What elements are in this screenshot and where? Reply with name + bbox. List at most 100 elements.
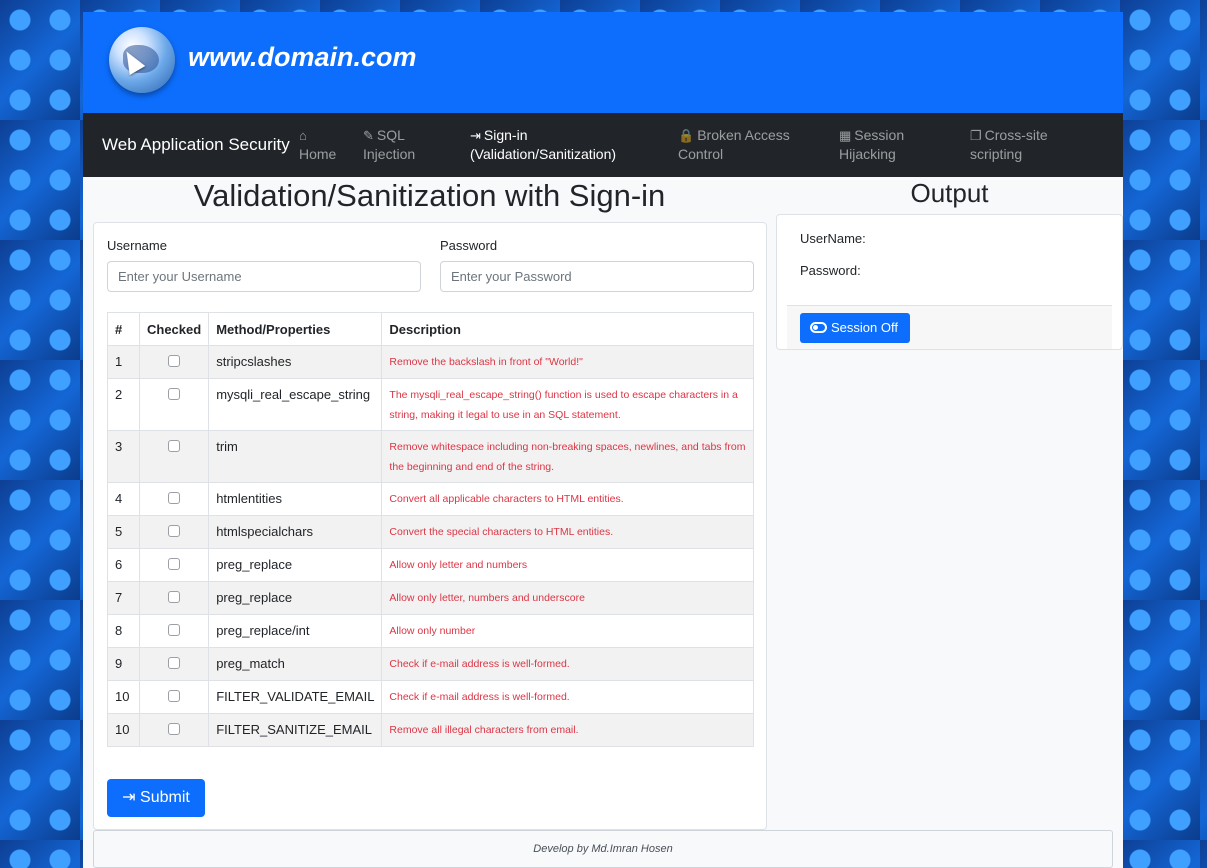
output-card: UserName: Password: Session Off [776, 214, 1123, 350]
session-button-label: Session Off [831, 320, 898, 335]
method-checkbox[interactable] [168, 591, 181, 603]
row-method: preg_replace [208, 581, 383, 615]
table-row: 5 htmlspecialchars Convert the special c… [107, 515, 754, 549]
navbar-brand[interactable]: Web Application Security [102, 135, 290, 155]
site-title[interactable]: www.domain.com [188, 42, 417, 73]
column-header-description: Description [381, 312, 754, 346]
page-footer: Develop by Md.Imran Hosen [93, 830, 1113, 868]
site-header: www.domain.com [83, 12, 1123, 113]
row-method: FILTER_SANITIZE_EMAIL [208, 713, 383, 747]
column-header-checked: Checked [138, 312, 210, 346]
row-description: Check if e-mail address is well-formed. [381, 647, 754, 681]
row-checkbox-cell [138, 548, 210, 582]
row-checkbox-cell [138, 614, 210, 648]
row-method: htmlentities [208, 482, 383, 516]
output-password: Password: [800, 263, 861, 278]
table-row: 10 FILTER_SANITIZE_EMAIL Remove all ille… [107, 713, 754, 747]
nav-item-sql-injection[interactable]: ✎ SQL Injection [363, 126, 415, 164]
method-checkbox[interactable] [168, 525, 181, 537]
row-number: 10 [107, 680, 140, 714]
signin-form-card: Username Password # Checked Method/Prope… [93, 222, 767, 830]
output-card-footer: Session Off [787, 305, 1112, 349]
output-title: Output [910, 178, 989, 208]
nav-item-home[interactable]: ⌂ Home [299, 126, 336, 164]
method-checkbox[interactable] [168, 388, 181, 400]
submit-button[interactable]: ⇥ Submit [107, 779, 205, 817]
username-input[interactable] [107, 261, 421, 292]
row-method: mysqli_real_escape_string [208, 378, 383, 431]
nav-item-session-hijacking[interactable]: ▦ Session Hijacking [839, 126, 904, 164]
row-number: 2 [107, 378, 140, 431]
row-method: FILTER_VALIDATE_EMAIL [208, 680, 383, 714]
row-description: Allow only letter and numbers [381, 548, 754, 582]
lock-icon: 🔒 [678, 128, 695, 143]
page-title: Validation/Sanitization with Sign-in [193, 178, 666, 213]
method-checkbox[interactable] [168, 690, 181, 702]
row-method: htmlspecialchars [208, 515, 383, 549]
method-checkbox[interactable] [168, 723, 181, 735]
sign-in-icon: ⇥ [470, 128, 481, 143]
method-checkbox[interactable] [168, 440, 181, 452]
row-checkbox-cell [138, 713, 210, 747]
nav-item-sign-in[interactable]: ⇥ Sign-in (Validation/Sanitization) [470, 126, 616, 164]
row-description: Convert the special characters to HTML e… [381, 515, 754, 549]
methods-table: # Checked Method/Properties Description … [107, 312, 754, 747]
row-number: 1 [107, 345, 140, 379]
row-number: 10 [107, 713, 140, 747]
row-description: Check if e-mail address is well-formed. [381, 680, 754, 714]
navbar: Web Application Security ⌂ Home ✎ SQL Inj… [83, 113, 1123, 177]
row-checkbox-cell [138, 482, 210, 516]
method-checkbox[interactable] [168, 492, 181, 504]
table-row: 3 trim Remove whitespace including non-b… [107, 430, 754, 483]
table-row: 6 preg_replace Allow only letter and num… [107, 548, 754, 582]
table-row: 8 preg_replace/int Allow only number [107, 614, 754, 648]
nav-item-xss[interactable]: ❐ Cross-site scripting [970, 126, 1048, 164]
method-checkbox[interactable] [168, 624, 181, 636]
row-number: 9 [107, 647, 140, 681]
method-checkbox[interactable] [168, 355, 181, 367]
nav-item-broken-access[interactable]: 🔒 Broken Access Control [678, 126, 790, 164]
row-description: Remove whitespace including non-breaking… [381, 430, 754, 483]
row-method: preg_match [208, 647, 383, 681]
username-label: Username [107, 238, 167, 253]
output-username: UserName: [800, 231, 866, 246]
row-description: Allow only number [381, 614, 754, 648]
method-checkbox[interactable] [168, 558, 181, 570]
row-checkbox-cell [138, 581, 210, 615]
method-checkbox[interactable] [168, 657, 181, 669]
row-description: Remove all illegal characters from email… [381, 713, 754, 747]
password-input[interactable] [440, 261, 754, 292]
row-number: 5 [107, 515, 140, 549]
row-description: The mysqli_real_escape_string() function… [381, 378, 754, 431]
row-method: stripcslashes [208, 345, 383, 379]
row-number: 7 [107, 581, 140, 615]
row-checkbox-cell [138, 378, 210, 431]
row-description: Allow only letter, numbers and underscor… [381, 581, 754, 615]
toggle-off-icon [810, 322, 827, 333]
page-container: www.domain.com Web Application Security … [83, 12, 1123, 868]
row-checkbox-cell [138, 430, 210, 483]
row-number: 3 [107, 430, 140, 483]
home-icon: ⌂ [299, 128, 307, 143]
row-method: preg_replace [208, 548, 383, 582]
row-checkbox-cell [138, 680, 210, 714]
row-description: Remove the backslash in front of "World!… [381, 345, 754, 379]
table-row: 2 mysqli_real_escape_string The mysqli_r… [107, 378, 754, 431]
session-toggle-button[interactable]: Session Off [800, 313, 910, 343]
column-header-method: Method/Properties [208, 312, 383, 346]
table-row: 7 preg_replace Allow only letter, number… [107, 581, 754, 615]
syringe-icon: ✎ [363, 128, 374, 143]
column-header-number: # [107, 312, 140, 346]
password-label: Password [440, 238, 498, 253]
sign-in-icon: ⇥ [122, 789, 136, 806]
row-number: 4 [107, 482, 140, 516]
table-row: 1 stripcslashes Remove the backslash in … [107, 345, 754, 379]
building-icon: ▦ [839, 128, 852, 143]
row-number: 8 [107, 614, 140, 648]
row-checkbox-cell [138, 647, 210, 681]
copy-icon: ❐ [970, 128, 982, 143]
row-method: trim [208, 430, 383, 483]
row-number: 6 [107, 548, 140, 582]
submit-label: Submit [140, 789, 190, 806]
row-checkbox-cell [138, 515, 210, 549]
